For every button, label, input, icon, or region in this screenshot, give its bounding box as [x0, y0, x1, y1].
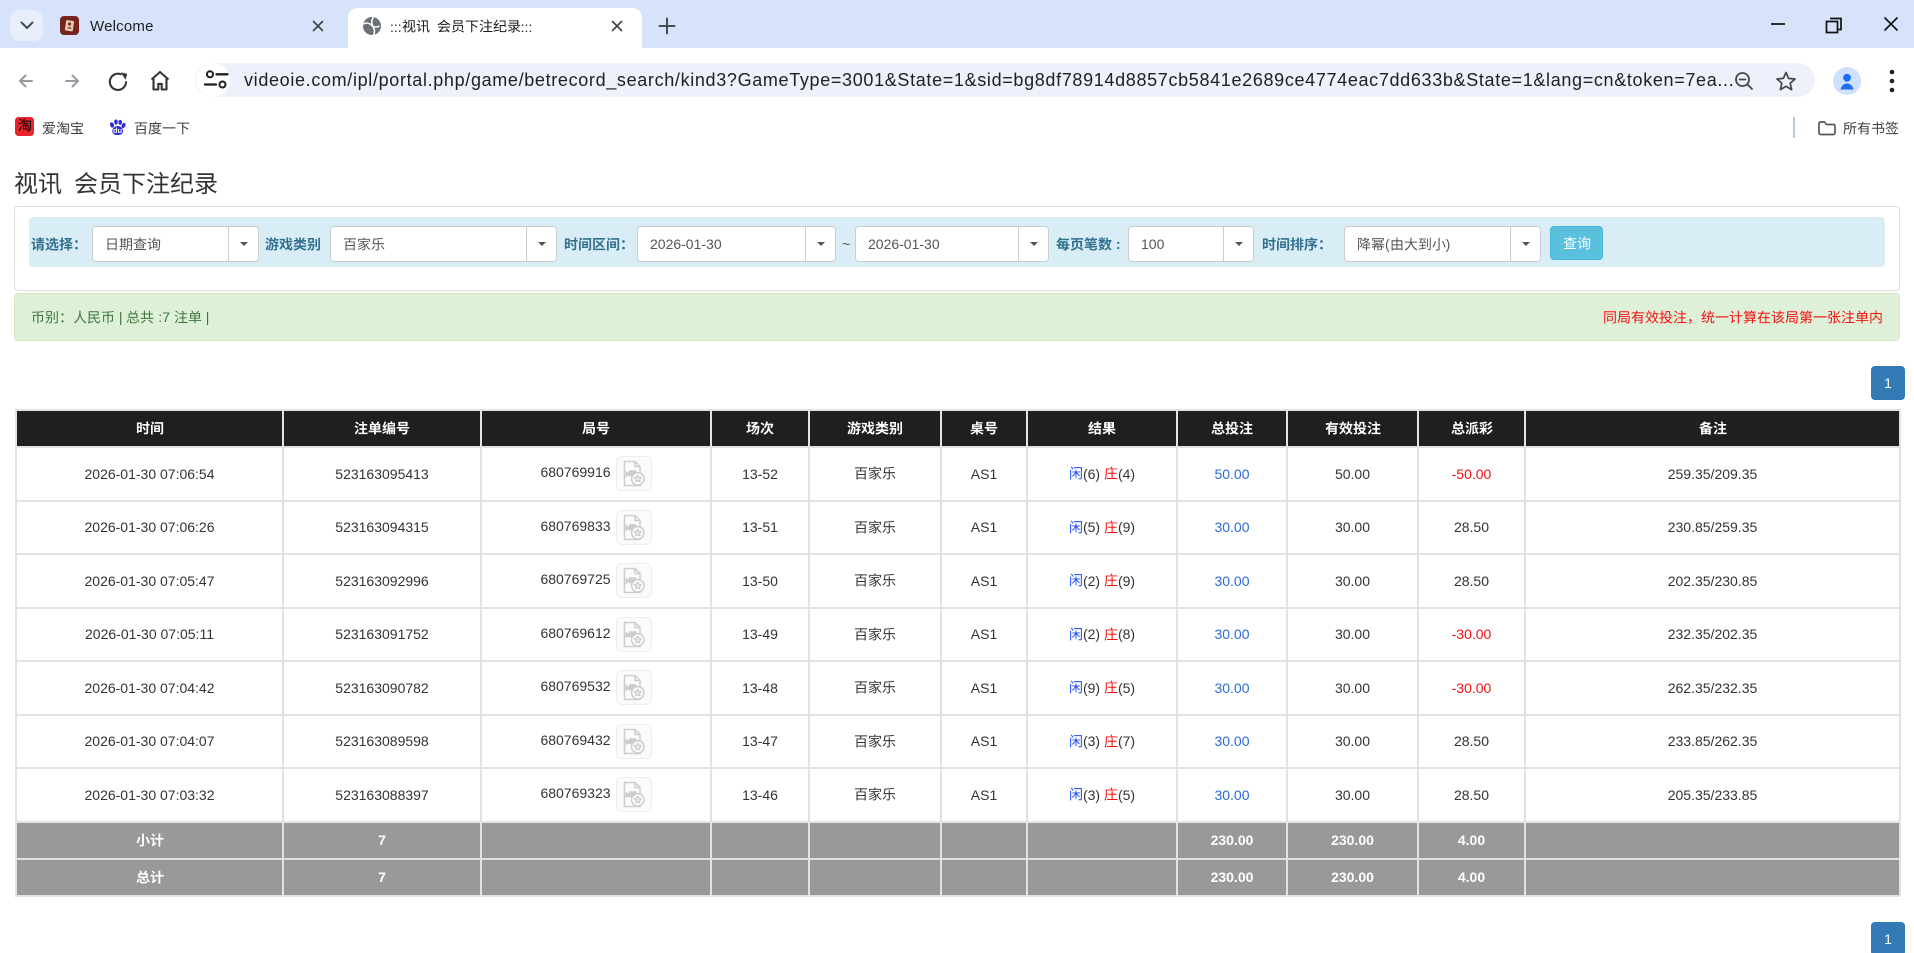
svg-text:du: du	[113, 126, 123, 135]
